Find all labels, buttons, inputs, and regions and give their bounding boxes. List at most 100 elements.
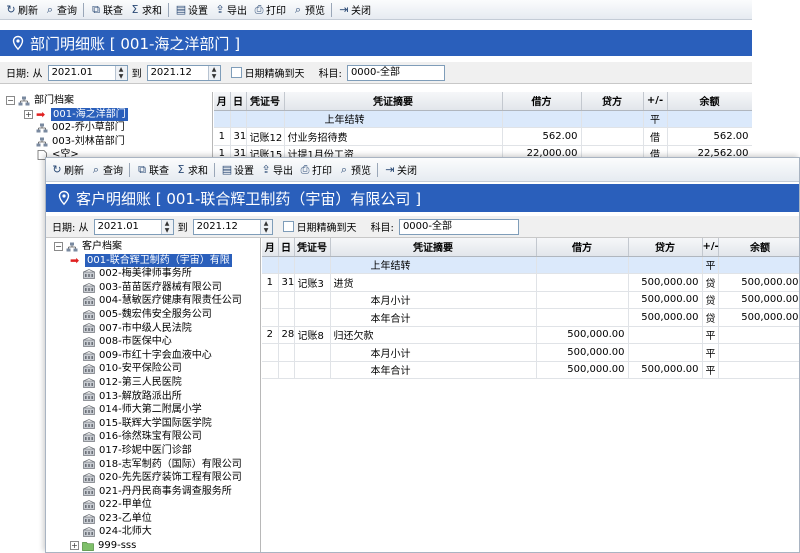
customer-tree: − 客户档案 ➡ 001-联合辉卫制药（宇宙）有限 002-梅美律师事务所 003-苗… — [46, 238, 261, 552]
location-pin-icon — [12, 35, 24, 51]
link-query-button[interactable]: ⧉ 联查 — [87, 1, 126, 19]
table-row[interactable]: 本月小计 500,000.00 贷 500,000.00 — [262, 291, 799, 309]
print-button[interactable]: ⎙ 打印 — [296, 161, 335, 179]
sum-button[interactable]: Σ 求和 — [172, 161, 211, 179]
building-icon — [83, 459, 95, 470]
export-button[interactable]: ⇪ 导出 — [257, 161, 296, 179]
column-header[interactable]: 贷方 — [581, 92, 644, 111]
column-header[interactable]: 贷方 — [628, 238, 703, 257]
export-button[interactable]: ⇪ 导出 — [211, 1, 250, 19]
preview-button[interactable]: ⌕ 预览 — [289, 1, 328, 19]
tree-item[interactable]: 022-甲单位 — [46, 498, 260, 512]
column-header[interactable]: 余额 — [667, 92, 752, 111]
refresh-button[interactable]: ↻ 刷新 — [48, 161, 87, 179]
tree-item[interactable]: ➡ 001-联合辉卫制药（宇宙）有限 — [46, 253, 260, 268]
subject-select[interactable]: 0000-全部 — [398, 218, 519, 235]
tree-item[interactable]: 017-珍妮中医门诊部 — [46, 444, 260, 458]
tree-item[interactable]: 010-安平保险公司 — [46, 362, 260, 376]
expand-icon[interactable]: + — [24, 109, 33, 119]
table-row[interactable]: 本年合计 500,000.00 贷 500,000.00 — [262, 308, 799, 327]
tree-root[interactable]: − 部门档案 — [0, 94, 212, 108]
sigma-icon: Σ — [131, 2, 139, 16]
tree-item[interactable]: + ➡ 001-海之洋部门 — [0, 107, 212, 122]
date-from-input[interactable]: 2021.01 ▲ ▼ — [47, 64, 128, 81]
close-button[interactable]: ⇥ 关闭 — [381, 161, 420, 179]
query-button[interactable]: ⌕ 查询 — [41, 1, 80, 19]
column-header[interactable]: 凭证号 — [246, 92, 285, 111]
building-icon — [83, 500, 95, 510]
exact-day-checkbox[interactable] — [282, 221, 294, 232]
column-header[interactable]: 借方 — [502, 92, 582, 111]
expand-icon[interactable]: + — [70, 541, 79, 551]
column-header[interactable]: 凭证号 — [294, 238, 331, 257]
date-to-input[interactable]: 2021.12 ▲ ▼ — [146, 64, 221, 81]
collapse-icon[interactable]: − — [54, 242, 63, 252]
column-header[interactable]: +/- — [702, 238, 719, 257]
building-icon — [83, 445, 95, 456]
tree-item[interactable]: 021-丹丹民商事务调查服务所 — [46, 485, 260, 499]
refresh-icon: ↻ — [52, 162, 62, 176]
printer-icon: ⎙ — [300, 162, 310, 176]
tree-item[interactable]: 014-师大第二附属小学 — [46, 403, 260, 417]
date-from-input[interactable]: 2021.01 ▲ ▼ — [93, 218, 174, 235]
column-header[interactable]: 日 — [278, 238, 295, 257]
column-header[interactable]: 借方 — [536, 238, 629, 257]
tree-item[interactable]: 002-乔小草部门 — [0, 121, 212, 135]
tree-item[interactable]: 024-北师大 — [46, 525, 260, 539]
tree-item[interactable]: 020-先先医疗装饰工程有限公司 — [46, 471, 260, 485]
table-row[interactable]: 2 28 记账8 归还欠款 500,000.00 平 — [262, 326, 799, 344]
column-header[interactable]: 月 — [262, 238, 279, 257]
date-from-spinner[interactable]: ▲ ▼ — [160, 219, 173, 234]
table-header: 月 日 凭证号 凭证摘要 借方 贷方 +/- 余额 — [214, 92, 752, 111]
settings-button[interactable]: ▤ 设置 — [218, 161, 257, 179]
tree-item[interactable]: 005-魏宏伟安全服务公司 — [46, 308, 260, 322]
preview-button[interactable]: ⌕ 预览 — [335, 161, 374, 179]
table-row[interactable]: 上年结转平 — [214, 110, 752, 128]
subject-select[interactable]: 0000-全部 — [346, 64, 445, 81]
print-button[interactable]: ⎙ 打印 — [250, 1, 289, 19]
collapse-icon[interactable]: − — [6, 96, 15, 106]
dept-ledger-title-bar: 部门明细账 [ 001-海之洋部门 ] — [0, 30, 752, 56]
tree-item[interactable]: 007-市中级人民法院 — [46, 322, 260, 336]
tree-item[interactable]: 003-刘林苗部门 — [0, 135, 212, 149]
tree-item[interactable]: 023-乙单位 — [46, 512, 260, 526]
column-header[interactable]: 月 — [214, 92, 231, 111]
table-row[interactable]: 本月小计 500,000.00 平 — [262, 343, 799, 362]
tree-item[interactable]: 012-第三人民医院 — [46, 376, 260, 390]
date-to-spinner[interactable]: ▲ ▼ — [259, 219, 272, 234]
tree-item[interactable]: 013-解放路派出所 — [46, 390, 260, 404]
tree-item[interactable]: 016-徐然珠宝有限公司 — [46, 430, 260, 444]
table-row[interactable]: 上年结转平 — [262, 256, 799, 274]
column-header[interactable]: 余额 — [718, 238, 799, 257]
refresh-button[interactable]: ↻ 刷新 — [2, 1, 41, 19]
link-icon: ⧉ — [138, 162, 146, 176]
date-from-spinner[interactable]: ▲ ▼ — [114, 65, 127, 80]
link-query-button[interactable]: ⧉ 联查 — [133, 161, 172, 179]
tree-item[interactable]: 008-市医保中心 — [46, 335, 260, 349]
column-header[interactable]: 日 — [230, 92, 247, 111]
date-to-spinner[interactable]: ▲ ▼ — [207, 65, 220, 80]
exit-icon: ⇥ — [339, 2, 349, 16]
column-header[interactable]: 凭证摘要 — [330, 238, 537, 257]
query-button[interactable]: ⌕ 查询 — [87, 161, 126, 179]
tree-item[interactable]: 009-市红十字会血液中心 — [46, 349, 260, 363]
column-header[interactable]: +/- — [643, 92, 668, 111]
date-to-input[interactable]: 2021.12 ▲ ▼ — [192, 218, 273, 235]
toolbar-divider — [377, 162, 378, 177]
close-button[interactable]: ⇥ 关闭 — [335, 1, 374, 19]
tree-item[interactable]: 002-梅美律师事务所 — [46, 267, 260, 281]
tree-item[interactable]: +999-sss — [46, 539, 260, 552]
tree-item[interactable]: 015-联辉大学国际医学院 — [46, 417, 260, 431]
settings-button[interactable]: ▤ 设置 — [172, 1, 211, 19]
column-header[interactable]: 凭证摘要 — [284, 92, 503, 111]
table-row[interactable]: 1 31 记账12 付业务招待费 562.00 借 562.00 — [214, 127, 752, 146]
toolbar: ↻ 刷新 ⌕ 查询 ⧉ 联查 Σ 求和 ▤ 设置 ⇪ 导出 ⎙ 打印 ⌕ 预览 ⇥ 关闭 — [0, 0, 752, 20]
exact-day-checkbox[interactable] — [230, 67, 242, 78]
tree-item[interactable]: 004-慧敏医疗健康有限责任公司 — [46, 294, 260, 308]
table-row[interactable]: 本年合计 500,000.00 500,000.00 平 — [262, 361, 799, 379]
sum-button[interactable]: Σ 求和 — [126, 1, 165, 19]
tree-item[interactable]: 003-苗苗医疗器械有限公司 — [46, 281, 260, 295]
table-row[interactable]: 1 31 记账3 进货 500,000.00 贷 500,000.00 — [262, 273, 799, 292]
tree-item[interactable]: 018-志军制药（国际）有限公司 — [46, 458, 260, 472]
tree-root[interactable]: − 客户档案 — [46, 240, 260, 254]
